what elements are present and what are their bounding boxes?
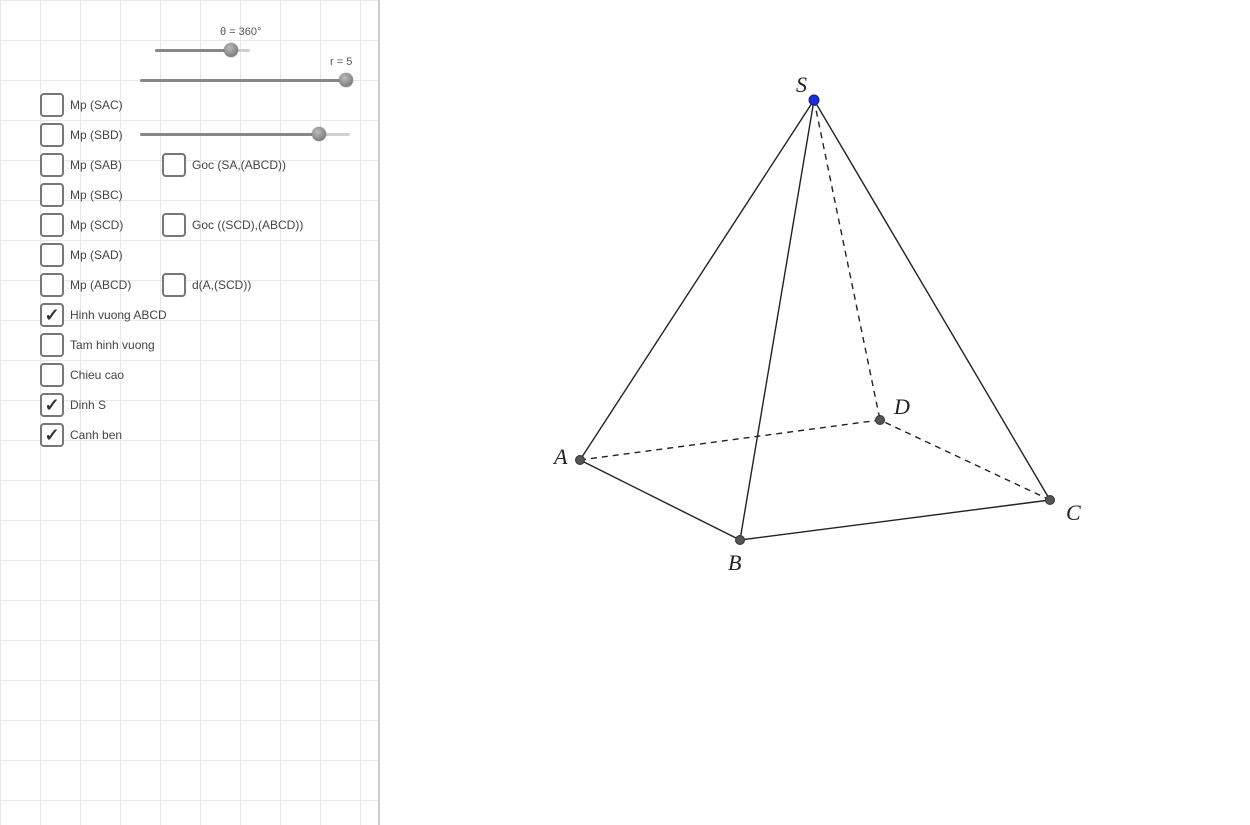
slider-third[interactable] [140, 128, 350, 142]
label-canh-ben: Canh ben [70, 428, 122, 442]
pyramid-diagram: S A B C D [380, 0, 1250, 825]
checkbox-dinh-s[interactable] [40, 393, 64, 417]
checkbox-mp-sbc[interactable] [40, 183, 64, 207]
label-mp-sab: Mp (SAB) [70, 158, 122, 172]
checkbox-tam-hinhvuong[interactable] [40, 333, 64, 357]
checkbox-mp-sbd[interactable] [40, 123, 64, 147]
svg-text:S: S [796, 72, 807, 97]
view-3d[interactable]: S A B C D [380, 0, 1250, 825]
label-mp-abcd: Mp (ABCD) [70, 278, 131, 292]
label-d-a: d(A,(SCD)) [192, 278, 251, 292]
slider-theta-label: θ = 360° [220, 26, 261, 38]
checkbox-mp-abcd[interactable] [40, 273, 64, 297]
checkbox-mp-sab[interactable] [40, 153, 64, 177]
label-goc-scd: Goc ((SCD),(ABCD)) [192, 218, 303, 232]
checkbox-hinhvuong[interactable] [40, 303, 64, 327]
svg-text:A: A [552, 444, 568, 469]
checkbox-mp-sad[interactable] [40, 243, 64, 267]
slider-r-label: r = 5 [330, 56, 352, 68]
label-mp-scd: Mp (SCD) [70, 218, 123, 232]
label-mp-sbd: Mp (SBD) [70, 128, 123, 142]
svg-text:D: D [893, 394, 910, 419]
svg-text:C: C [1066, 500, 1081, 525]
control-panel: θ = 360° r = 5 Mp (SAC) Mp (SBD) [0, 0, 380, 825]
checkbox-mp-sac[interactable] [40, 93, 64, 117]
label-dinh-s: Dinh S [70, 398, 106, 412]
slider-theta[interactable] [155, 44, 250, 58]
label-tam-hinhvuong: Tam hinh vuong [70, 338, 155, 352]
slider-theta-row: θ = 360° [40, 28, 360, 58]
label-mp-sad: Mp (SAD) [70, 248, 123, 262]
label-goc-sa: Goc (SA,(ABCD)) [192, 158, 286, 172]
checkbox-goc-scd[interactable] [162, 213, 186, 237]
slider-r[interactable] [140, 74, 350, 88]
checkbox-mp-scd[interactable] [40, 213, 64, 237]
label-mp-sac: Mp (SAC) [70, 98, 123, 112]
checkbox-chieucao[interactable] [40, 363, 64, 387]
checkbox-goc-sa[interactable] [162, 153, 186, 177]
slider-r-row: r = 5 [40, 58, 360, 88]
label-mp-sbc: Mp (SBC) [70, 188, 123, 202]
checkbox-canh-ben[interactable] [40, 423, 64, 447]
label-hinhvuong: Hinh vuong ABCD [70, 308, 167, 322]
label-chieucao: Chieu cao [70, 368, 124, 382]
svg-text:B: B [728, 550, 741, 575]
checkbox-d-a[interactable] [162, 273, 186, 297]
